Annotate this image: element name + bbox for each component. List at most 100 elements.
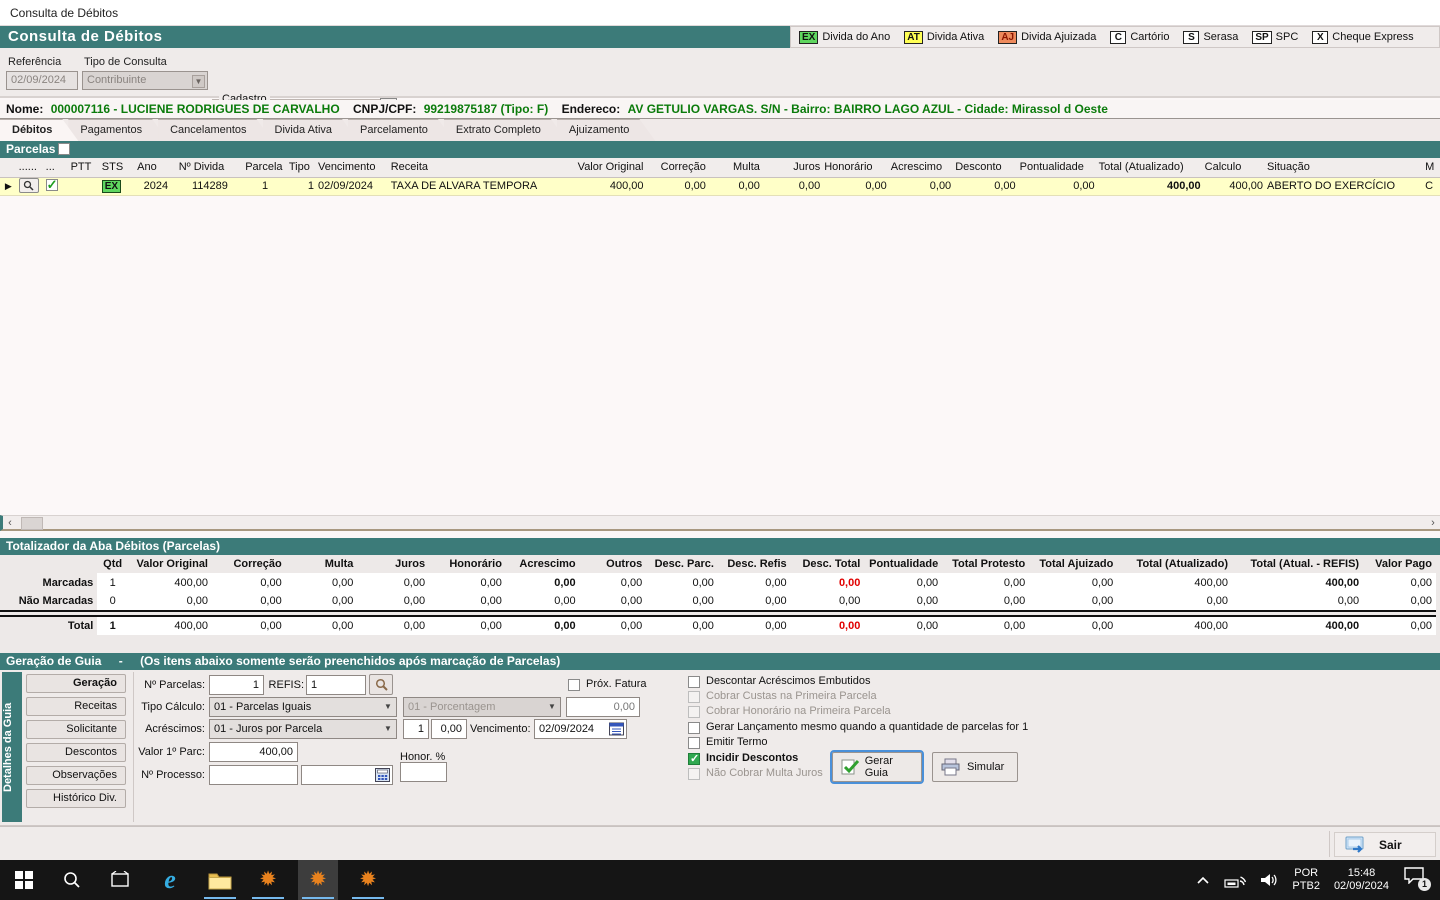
calendar-icon[interactable] xyxy=(609,722,624,736)
tab-divida-ativa[interactable]: Divida Ativa xyxy=(263,119,358,141)
nav-historico-button[interactable]: Histórico Div. xyxy=(26,789,126,808)
checkbox-gerar-lancamento[interactable]: Gerar Lançamento mesmo quando a quantida… xyxy=(688,721,1028,734)
col-pontualidade[interactable]: Pontualidade xyxy=(1018,158,1097,177)
row-correcao: 0,00 xyxy=(646,177,708,195)
internet-explorer-icon[interactable]: e xyxy=(150,860,190,900)
row-detail-button[interactable] xyxy=(19,178,39,193)
clock[interactable]: 15:48 02/09/2024 xyxy=(1334,867,1389,893)
checkbox-descontar-acrescimos[interactable]: Descontar Acréscimos Embutidos xyxy=(688,675,870,688)
col-situacao[interactable]: Situação xyxy=(1265,158,1423,177)
file-explorer-icon[interactable] xyxy=(200,860,240,900)
row-acrescimo: 0,00 xyxy=(889,177,953,195)
col-divida[interactable]: Nº Divida xyxy=(177,158,244,177)
col-valor-original[interactable]: Valor Original xyxy=(550,158,646,177)
scrollbar-thumb[interactable] xyxy=(21,517,43,530)
tab-pagamentos[interactable]: Pagamentos xyxy=(68,119,168,141)
app-icon-2-active[interactable]: ✹ xyxy=(298,860,338,900)
valor1-input[interactable]: 400,00 xyxy=(209,742,298,762)
referencia-field[interactable]: 02/09/2024 xyxy=(6,71,78,90)
nav-descontos-button[interactable]: Descontos xyxy=(26,743,126,762)
start-button[interactable] xyxy=(4,860,44,900)
app-icon-3[interactable]: ✹ xyxy=(348,860,388,900)
taskbar-search-button[interactable] xyxy=(52,860,92,900)
speaker-icon[interactable] xyxy=(1260,872,1278,888)
vencimento-input[interactable]: 02/09/2024 xyxy=(534,719,627,739)
tab-debitos[interactable]: Débitos xyxy=(0,119,78,141)
tab-extrato-completo[interactable]: Extrato Completo xyxy=(444,119,567,141)
processo-input[interactable] xyxy=(209,765,298,785)
scroll-right-arrow[interactable]: › xyxy=(1426,517,1440,530)
tab-cancelamentos[interactable]: Cancelamentos xyxy=(158,119,272,141)
windows-logo-icon xyxy=(15,871,33,889)
row-honorario: 0,00 xyxy=(822,177,889,195)
simular-button[interactable]: Simular xyxy=(932,752,1018,782)
col-m-cut[interactable]: M xyxy=(1423,158,1440,177)
nav-observacoes-button[interactable]: Observações xyxy=(26,766,126,785)
legend-cartorio: CCartório xyxy=(1110,31,1169,44)
col-juros[interactable]: Juros xyxy=(762,158,822,177)
tipo-calculo-select[interactable]: 01 - Parcelas Iguais▼ xyxy=(209,697,397,717)
scroll-left-arrow[interactable]: ‹ xyxy=(3,517,17,530)
tray-chevron-up-icon[interactable] xyxy=(1196,875,1210,885)
checkbox-cobrar-custas[interactable]: Cobrar Custas na Primeira Parcela xyxy=(688,690,877,703)
tray-time: 15:48 xyxy=(1348,867,1376,879)
col-parcela[interactable]: Parcela xyxy=(243,158,287,177)
nav-geracao-button[interactable]: Geração xyxy=(26,674,126,693)
task-view-button[interactable] xyxy=(100,860,140,900)
checkbox-incidir-descontos[interactable]: Incidir Descontos xyxy=(688,752,798,765)
refis-search-button[interactable] xyxy=(369,674,393,695)
prox-fatura-checkbox[interactable]: Próx. Fatura xyxy=(568,678,647,691)
checkbox-nao-cobrar-multa[interactable]: Não Cobrar Multa Juros xyxy=(688,767,823,780)
row-indicator-arrow: ▶ xyxy=(5,181,12,191)
select-all-checkbox[interactable] xyxy=(58,143,70,155)
acrescimos-label: Acréscimos: xyxy=(137,720,205,739)
notification-center-button[interactable]: 1 xyxy=(1403,866,1433,894)
col-correcao[interactable]: Correção xyxy=(646,158,708,177)
check-document-icon xyxy=(841,758,859,776)
col-vencimento[interactable]: Vencimento xyxy=(316,158,389,177)
grid-horizontal-scrollbar[interactable]: ‹ › xyxy=(0,515,1440,531)
app-icon-1[interactable]: ✹ xyxy=(248,860,288,900)
nav-solicitante-button[interactable]: Solicitante xyxy=(26,720,126,739)
row-select-checkbox[interactable] xyxy=(46,179,58,191)
row-sts-badge: EX xyxy=(102,180,121,193)
processo-label: Nº Processo: xyxy=(137,766,205,785)
n-parcelas-input[interactable]: 1 xyxy=(209,675,264,695)
parcela-row[interactable]: ▶ EX 2024 114289 1 1 02/09/2024 TAXA DE … xyxy=(0,177,1440,195)
tab-ajuizamento[interactable]: Ajuizamento xyxy=(557,119,656,141)
language-indicator[interactable]: POR PTB2 xyxy=(1292,867,1320,893)
col-total-atualizado[interactable]: Total (Atualizado) xyxy=(1097,158,1203,177)
checkbox-emitir-termo[interactable]: Emitir Termo xyxy=(688,736,768,749)
row-tipo: 1 xyxy=(287,177,316,195)
col-ano[interactable]: Ano xyxy=(135,158,177,177)
col-calculo[interactable]: Calculo xyxy=(1203,158,1265,177)
col-tipo[interactable]: Tipo xyxy=(287,158,316,177)
col-desconto[interactable]: Desconto xyxy=(953,158,1017,177)
porcentagem-valor-input[interactable]: 0,00 xyxy=(566,697,640,717)
referencia-label: Referência xyxy=(8,56,61,68)
acrescimos-select[interactable]: 01 - Juros por Parcela▼ xyxy=(209,719,397,739)
acrescimos-qtd-input[interactable]: 1 xyxy=(403,719,429,739)
porcentagem-select[interactable]: 01 - Porcentagem▼ xyxy=(403,697,561,717)
tab-parcelamento[interactable]: Parcelamento xyxy=(348,119,454,141)
nav-receitas-button[interactable]: Receitas xyxy=(26,697,126,716)
acrescimos-juros-input[interactable]: 0,00 xyxy=(431,719,467,739)
sair-button[interactable]: Sair xyxy=(1334,832,1436,857)
exit-icon xyxy=(1345,836,1369,854)
taskbar: e ✹ ✹ ✹ POR PTB2 15:48 xyxy=(0,860,1440,900)
processo-data-input[interactable] xyxy=(301,765,393,785)
checkbox-cobrar-honorario[interactable]: Cobrar Honorário na Primeira Parcela xyxy=(688,705,891,718)
col-multa[interactable]: Multa xyxy=(708,158,762,177)
network-icon[interactable] xyxy=(1224,872,1246,888)
gerar-guia-button[interactable]: Gerar Guia xyxy=(832,752,922,782)
calculator-icon[interactable] xyxy=(375,768,390,782)
honor-input[interactable] xyxy=(400,762,447,782)
refis-input[interactable]: 1 xyxy=(306,675,366,695)
col-honorario[interactable]: Honorário xyxy=(822,158,889,177)
status-legend: EXDivida do Ano ATDivida Ativa AJDivida … xyxy=(790,26,1440,48)
col-ptt[interactable]: PTT xyxy=(69,158,100,177)
col-receita[interactable]: Receita xyxy=(389,158,550,177)
col-acrescimo[interactable]: Acrescimo xyxy=(889,158,953,177)
col-sts[interactable]: STS xyxy=(100,158,135,177)
tipo-consulta-select[interactable]: Contribuinte▼ xyxy=(82,71,208,90)
